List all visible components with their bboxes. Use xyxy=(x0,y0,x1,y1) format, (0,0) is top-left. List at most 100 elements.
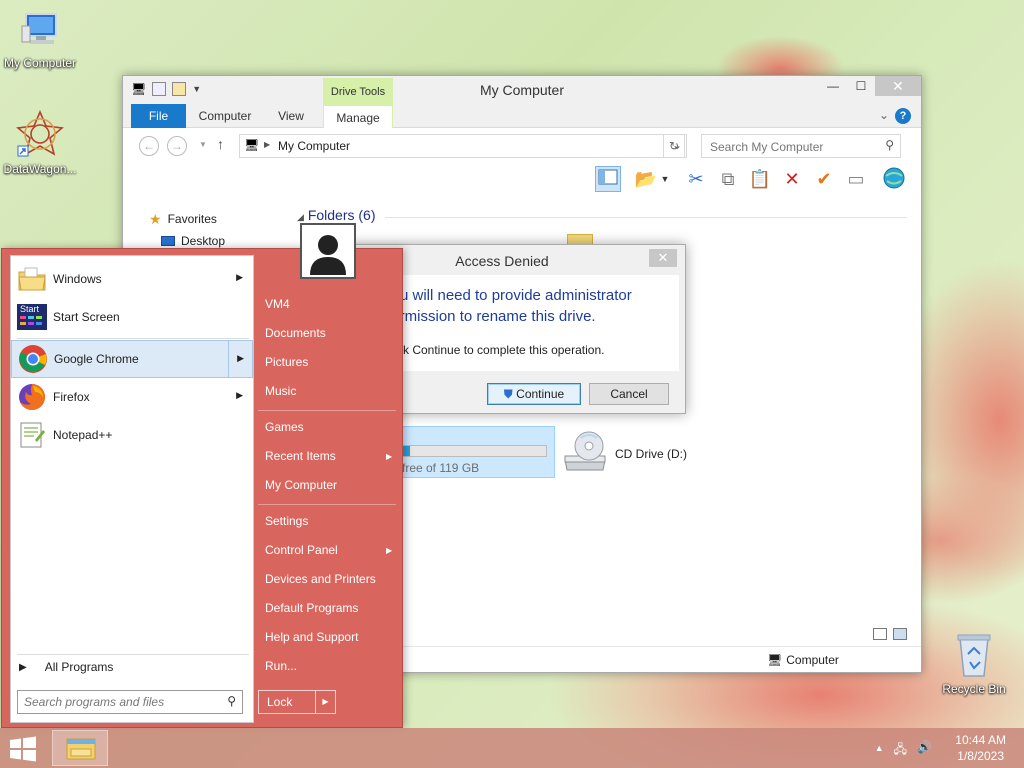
start-menu[interactable]: Windows ▶ Start Start Screen Google Chro… xyxy=(1,248,403,728)
program-notepad-plus-plus[interactable]: Notepad++ xyxy=(11,416,253,454)
network-icon[interactable]: 🖧 xyxy=(894,740,907,761)
drive-usage-bar xyxy=(402,445,547,457)
program-google-chrome[interactable]: Google Chrome ▶ xyxy=(11,340,253,378)
lock-options-arrow-icon[interactable]: ▶ xyxy=(315,691,335,713)
address-bar[interactable]: 🖥 ▶ My Computer ⌄ xyxy=(239,134,687,158)
globe-icon[interactable] xyxy=(881,166,907,192)
star-icon: ★ xyxy=(149,211,162,227)
address-row: ← → ▼ ↑ 🖥 ▶ My Computer ⌄ ↻ Search My Co… xyxy=(123,128,921,162)
taskbar-file-explorer[interactable] xyxy=(52,730,108,766)
computer-icon xyxy=(18,10,62,54)
tab-view[interactable]: View xyxy=(263,104,319,128)
start-menu-programs-pane: Windows ▶ Start Start Screen Google Chro… xyxy=(10,255,254,723)
large-icons-view-icon[interactable] xyxy=(893,628,907,640)
separator xyxy=(258,410,396,411)
all-programs-label: All Programs xyxy=(44,660,114,674)
nav-favorites-label: Favorites xyxy=(167,212,217,226)
rename-icon[interactable]: ▭ xyxy=(843,166,869,192)
desktop-icon-my-computer[interactable]: My Computer xyxy=(0,10,80,70)
continue-button[interactable]: ⛊ Continue xyxy=(487,383,581,405)
view-switcher xyxy=(873,628,907,640)
firefox-icon xyxy=(17,382,47,412)
title-bar[interactable]: 🖥 ▼ Drive Tools My Computer — ☐ ✕ xyxy=(123,76,921,104)
clock-date: 1/8/2023 xyxy=(957,749,1004,763)
back-button[interactable]: ← xyxy=(139,136,159,156)
search-placeholder: Search My Computer xyxy=(710,140,824,154)
tab-file[interactable]: File xyxy=(131,104,186,128)
desktop-icon-label: Recycle Bin xyxy=(942,682,1006,696)
start-item-default-programs[interactable]: Default Programs xyxy=(265,601,358,615)
refresh-button[interactable]: ↻ xyxy=(663,134,685,158)
start-item-devices-and-printers[interactable]: Devices and Printers xyxy=(265,572,376,586)
start-item-vm4[interactable]: VM4 xyxy=(265,297,290,311)
start-search-input[interactable]: Search programs and files ⚲ xyxy=(17,690,243,714)
dropdown-icon[interactable]: ▼ xyxy=(659,166,671,192)
start-item-control-panel[interactable]: Control Panel xyxy=(265,543,338,557)
local-disk-tile[interactable]: free of 119 GB xyxy=(401,426,555,478)
status-computer: 🖥 Computer xyxy=(767,653,839,667)
start-button[interactable] xyxy=(8,736,38,762)
user-avatar[interactable] xyxy=(300,223,356,279)
start-item-my-computer[interactable]: My Computer xyxy=(265,478,337,492)
notepad-plus-plus-icon xyxy=(17,420,47,450)
all-programs-button[interactable]: ▶ All Programs xyxy=(19,660,113,674)
show-hidden-icons-button[interactable]: ▲ xyxy=(875,743,884,761)
delete-icon[interactable]: ✕ xyxy=(779,166,805,192)
clock[interactable]: 10:44 AM 1/8/2023 xyxy=(955,732,1006,764)
start-item-help-and-support[interactable]: Help and Support xyxy=(265,630,358,644)
program-label: Start Screen xyxy=(53,310,120,324)
paste-icon[interactable]: 📋 xyxy=(747,166,773,192)
command-toolbar: 📂 ▼ ✂ ⧉ 📋 ✕ ✔ ▭ xyxy=(123,162,921,194)
minimize-button[interactable]: — xyxy=(819,76,847,96)
ribbon-expand-icon[interactable]: ⌄ xyxy=(879,108,889,122)
checkmark-icon[interactable]: ✔ xyxy=(811,166,837,192)
submenu-arrow-icon: ▶ xyxy=(236,272,243,282)
folders-group-header[interactable]: ◢ Folders (6) xyxy=(297,207,376,223)
cd-drive-icon xyxy=(561,430,609,477)
start-item-music[interactable]: Music xyxy=(265,384,296,398)
start-item-recent-items[interactable]: Recent Items xyxy=(265,449,336,463)
forward-button[interactable]: → xyxy=(167,136,187,156)
program-label: Google Chrome xyxy=(54,352,139,366)
start-item-documents[interactable]: Documents xyxy=(265,326,326,340)
cancel-button[interactable]: Cancel xyxy=(589,383,669,405)
cut-icon[interactable]: ✂ xyxy=(683,166,709,192)
drive-free-text: free of 119 GB xyxy=(402,461,480,475)
desktop-icon-datawagon[interactable]: DataWagon... xyxy=(0,109,80,176)
volume-icon[interactable]: 🔊 xyxy=(917,740,932,761)
program-start-screen[interactable]: Start Start Screen xyxy=(11,298,253,336)
tab-computer[interactable]: Computer xyxy=(191,104,259,128)
folder-options-icon[interactable]: 📂 xyxy=(633,166,659,192)
details-view-icon[interactable] xyxy=(873,628,887,640)
close-button[interactable]: ✕ xyxy=(875,76,921,96)
taskbar: ▲ 🖧 🔊 10:44 AM 1/8/2023 xyxy=(0,728,1024,768)
start-item-settings[interactable]: Settings xyxy=(265,514,308,528)
cd-drive-tile[interactable]: CD Drive (D:) xyxy=(561,430,687,477)
search-icon: ⚲ xyxy=(227,694,236,708)
continue-label: Continue xyxy=(516,387,565,401)
program-label: Notepad++ xyxy=(53,428,113,442)
preview-pane-button[interactable] xyxy=(595,166,621,192)
program-label: Firefox xyxy=(53,390,90,404)
computer-small-icon: 🖥 xyxy=(244,138,260,152)
start-item-games[interactable]: Games xyxy=(265,420,304,434)
file-explorer-icon xyxy=(66,738,96,760)
program-firefox[interactable]: Firefox ▶ xyxy=(11,378,253,416)
dialog-close-button[interactable]: ✕ xyxy=(649,249,677,267)
desktop-icon-recycle-bin[interactable]: Recycle Bin xyxy=(934,630,1014,696)
help-icon[interactable]: ? xyxy=(895,108,911,124)
breadcrumb-my-computer[interactable]: My Computer xyxy=(278,139,350,153)
up-button[interactable]: ↑ xyxy=(217,136,224,152)
lock-label: Lock xyxy=(267,695,293,709)
nav-favorites[interactable]: ★ Favorites xyxy=(149,208,309,230)
lock-button[interactable]: Lock ▶ xyxy=(258,690,336,714)
start-item-run[interactable]: Run... xyxy=(265,659,297,673)
dialog-message: You will need to provide administrator p… xyxy=(383,287,632,325)
tab-manage[interactable]: Manage xyxy=(323,104,393,128)
copy-icon[interactable]: ⧉ xyxy=(715,166,741,192)
maximize-button[interactable]: ☐ xyxy=(847,76,875,96)
search-input[interactable]: Search My Computer ⚲ xyxy=(701,134,901,158)
program-windows[interactable]: Windows ▶ xyxy=(11,260,253,298)
recent-dropdown-icon[interactable]: ▼ xyxy=(199,140,207,149)
start-item-pictures[interactable]: Pictures xyxy=(265,355,308,369)
